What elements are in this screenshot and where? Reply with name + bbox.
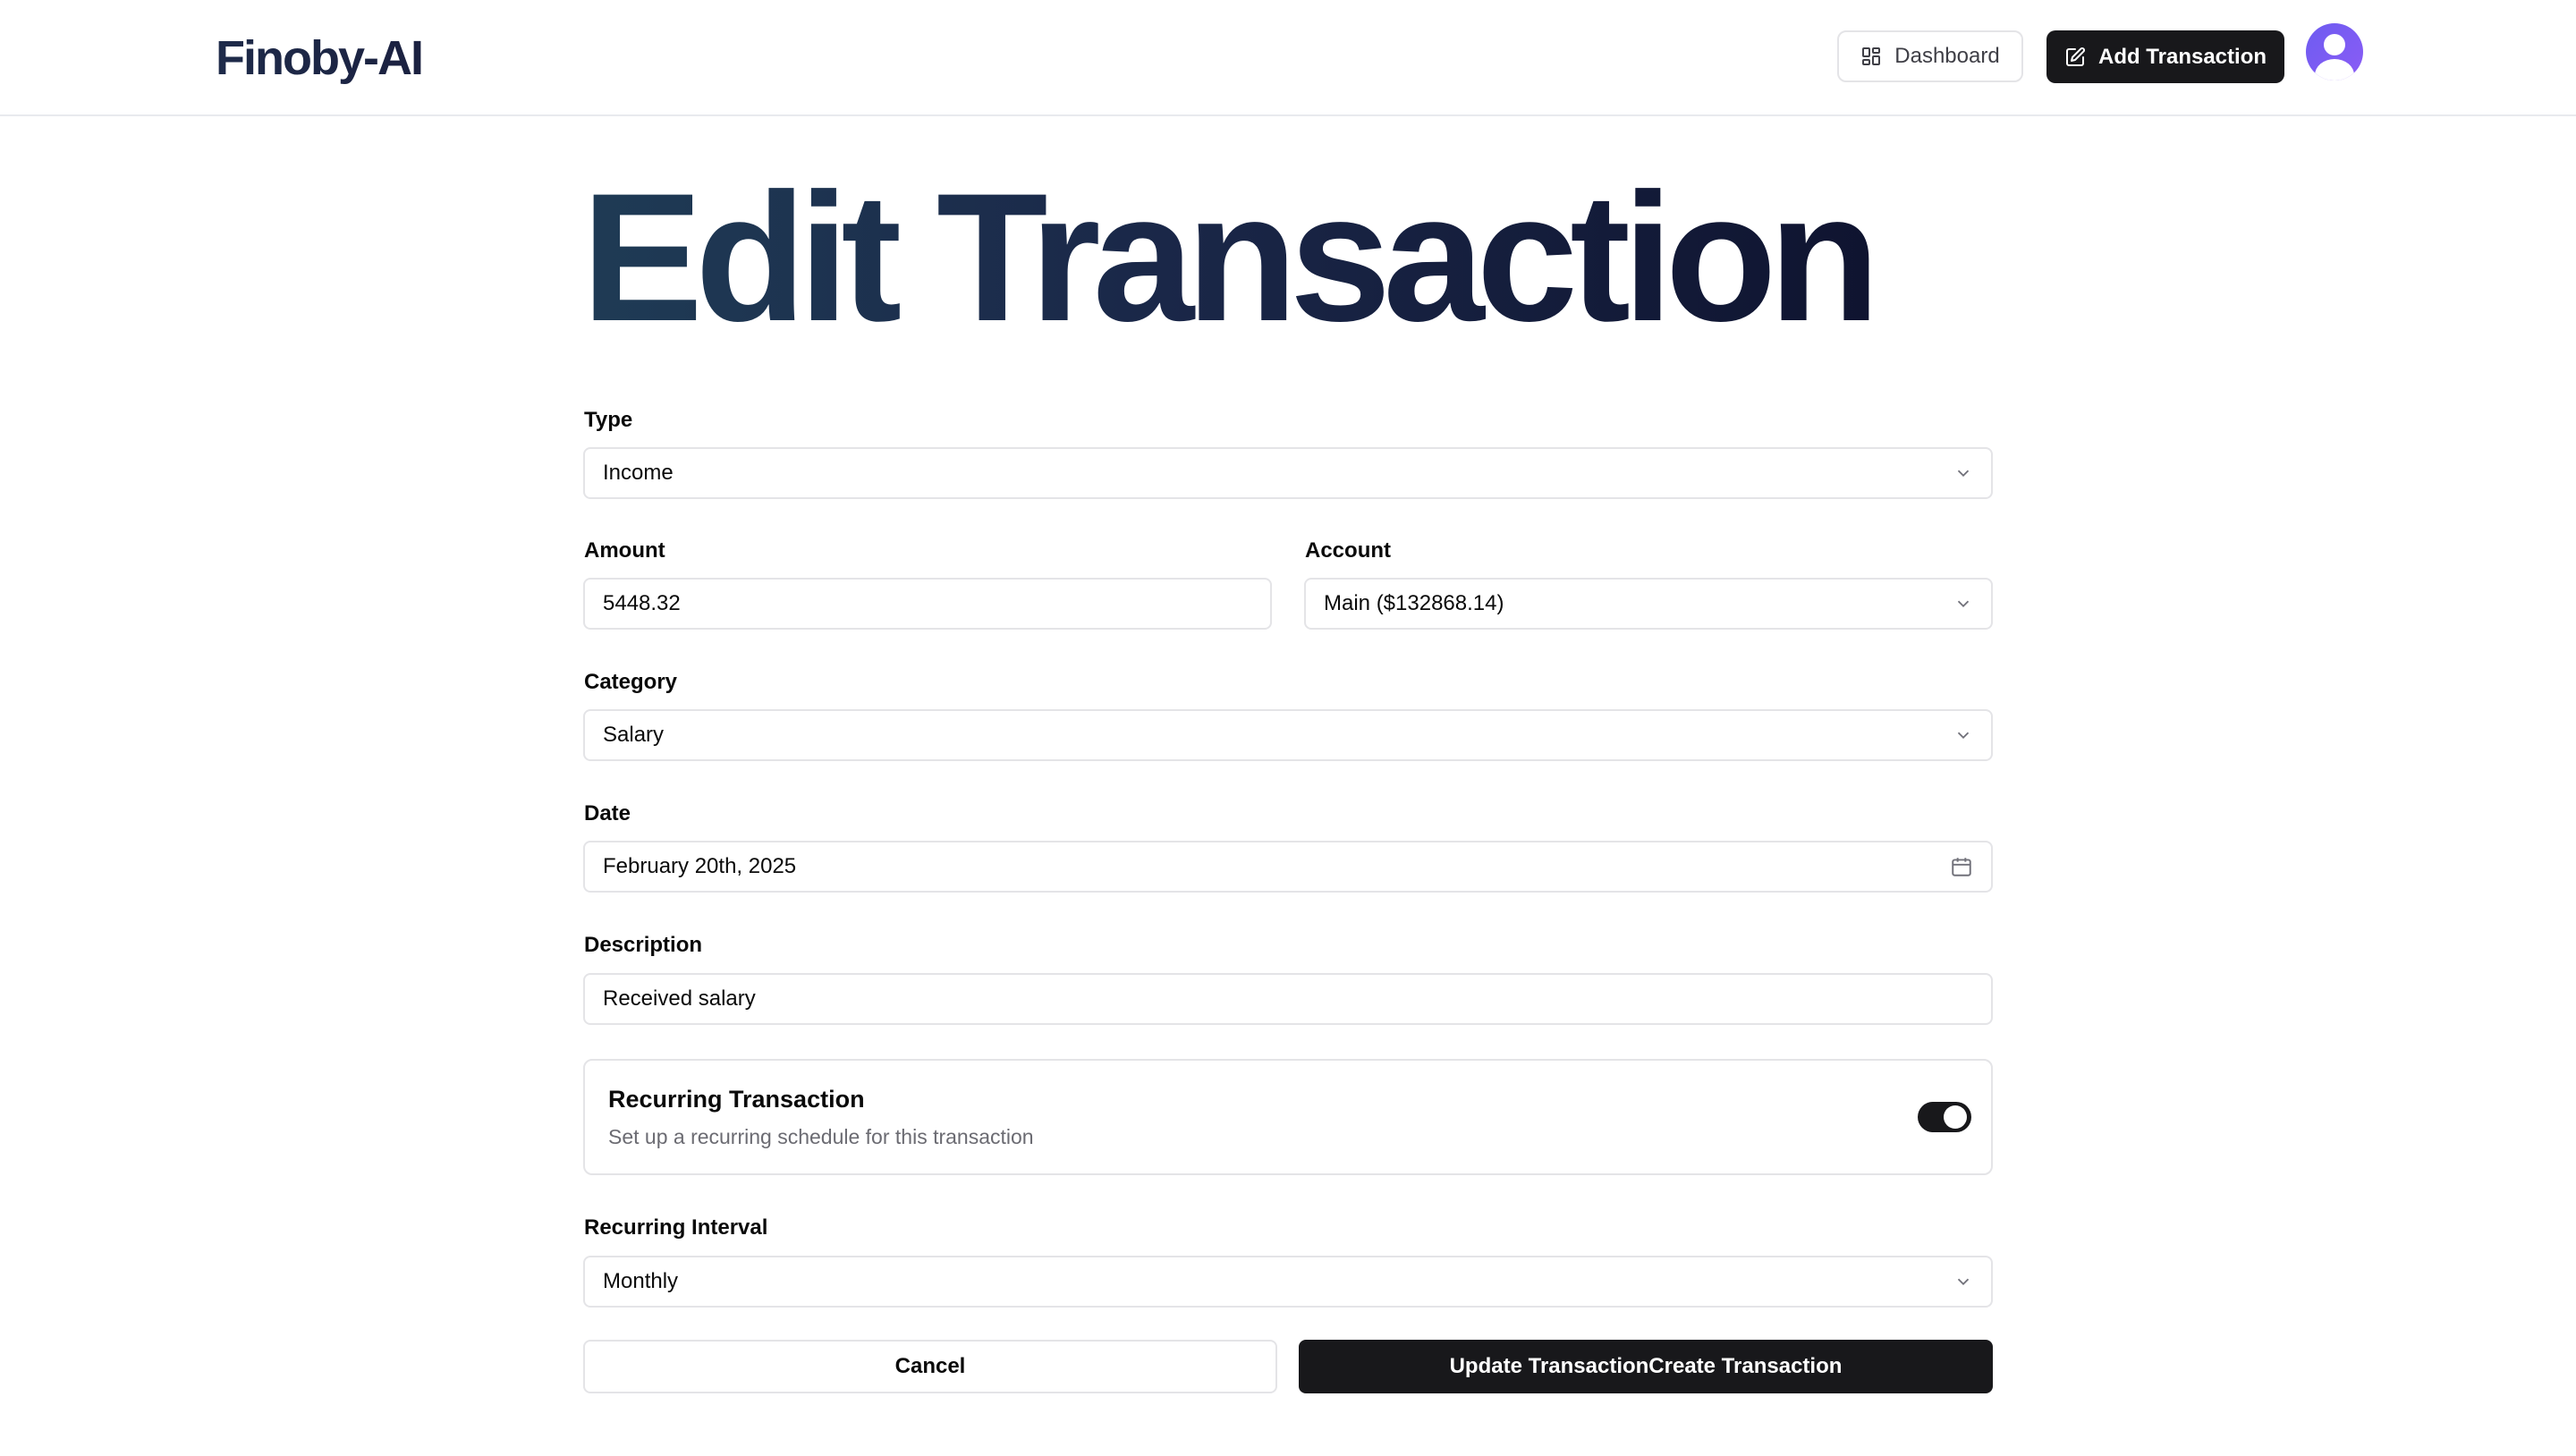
dashboard-label: Dashboard (1894, 44, 2000, 68)
account-value: Main ($132868.14) (1324, 591, 1504, 615)
description-value: Received salary (603, 986, 756, 1011)
recurring-subtitle: Set up a recurring schedule for this tra… (608, 1125, 1034, 1148)
dashboard-icon (1862, 47, 1881, 65)
page-title: Edit Transaction (581, 156, 1880, 360)
amount-input[interactable]: 5448.32 (583, 578, 1272, 630)
type-value: Income (603, 461, 674, 485)
amount-value: 5448.32 (603, 591, 681, 615)
chevron-down-icon (1957, 470, 1970, 478)
recurring-title: Recurring Transaction (608, 1086, 865, 1113)
description-label: Description (584, 933, 703, 957)
amount-label: Amount (584, 538, 665, 563)
date-label: Date (584, 801, 631, 825)
type-label: Type (584, 408, 633, 432)
recurring-interval-label: Recurring Interval (584, 1215, 768, 1240)
add-transaction-label: Add Transaction (2097, 44, 2267, 69)
account-select[interactable]: Main ($132868.14) (1304, 578, 1993, 630)
type-select[interactable]: Income (583, 447, 1993, 499)
avatar-head (2324, 34, 2345, 55)
category-select[interactable]: Salary (583, 709, 1993, 761)
recurring-interval-value: Monthly (603, 1269, 679, 1293)
toggle-knob (1944, 1105, 1967, 1129)
dashboard-button[interactable]: Dashboard (1837, 30, 2023, 82)
account-label: Account (1305, 538, 1391, 563)
edit-icon (2065, 47, 2085, 66)
category-value: Salary (603, 723, 665, 747)
add-transaction-button[interactable]: Add Transaction (2046, 30, 2284, 83)
chevron-down-icon (1957, 1278, 1970, 1286)
app-logo[interactable]: Finoby-AI (216, 30, 424, 86)
date-picker[interactable]: February 20th, 2025 (583, 841, 1993, 893)
chevron-down-icon (1957, 732, 1970, 740)
user-avatar[interactable] (2306, 23, 2363, 80)
date-value: February 20th, 2025 (603, 854, 797, 878)
top-navbar: Finoby-AI Dashboard Add Transaction (0, 0, 2576, 116)
category-label: Category (584, 670, 678, 694)
chevron-down-icon (1957, 600, 1970, 608)
avatar-body (2315, 59, 2354, 80)
submit-button[interactable]: Update TransactionCreate Transaction (1299, 1340, 1993, 1393)
description-input[interactable]: Received salary (583, 973, 1993, 1025)
cancel-button[interactable]: Cancel (583, 1340, 1277, 1393)
calendar-icon (1952, 858, 1971, 876)
recurring-toggle[interactable] (1918, 1102, 1971, 1132)
recurring-card: Recurring Transaction Set up a recurring… (583, 1059, 1993, 1175)
recurring-interval-select[interactable]: Monthly (583, 1256, 1993, 1308)
